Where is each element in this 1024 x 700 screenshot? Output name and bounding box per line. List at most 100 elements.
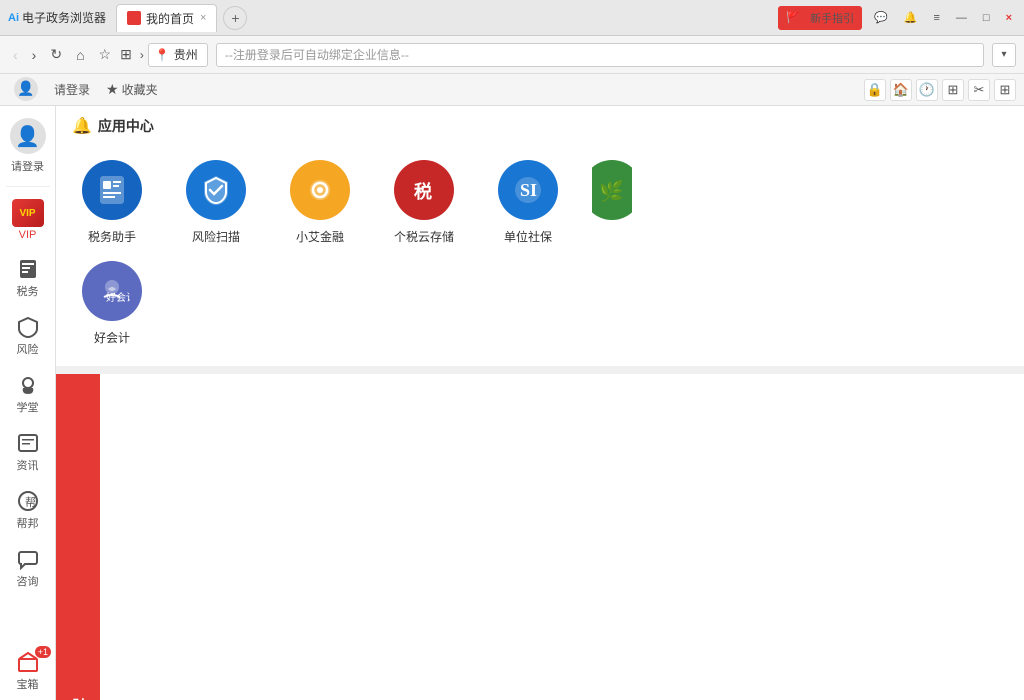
personal-tax-icon: 税 xyxy=(394,160,454,220)
personal-tax-label: 个税云存储 xyxy=(394,228,454,245)
titlebar: Ai 电子政务浏览器 我的首页 × + 🚩 新手指引 💬 🔔 ≡ — □ × xyxy=(0,0,1024,36)
toolbar-right: 🔒 🏠 🕐 ⊞ ✂ ⊞ xyxy=(864,79,1016,101)
grid-icon-btn[interactable]: ⊞ xyxy=(942,79,964,101)
app-grid-row2: 好会计 好会计 xyxy=(72,261,1008,346)
minimize-btn[interactable]: — xyxy=(952,10,971,26)
sidebar-item-box[interactable]: 宝箱 +1 xyxy=(0,642,55,700)
sidebar-help-label: 帮邦 xyxy=(17,515,39,531)
sidebar-divider-1 xyxy=(6,186,50,187)
sidebar-item-news[interactable]: 资讯 xyxy=(0,423,55,481)
back-btn[interactable]: ‹ xyxy=(8,44,23,66)
address-bar-wrapper: 📍 贵州 --注册登录后可自动绑定企业信息-- ▾ xyxy=(148,43,1016,67)
menu-icon[interactable]: ≡ xyxy=(929,10,943,26)
app-center-header: 🔔 应用中心 xyxy=(56,106,1024,144)
app-item-nature[interactable]: 🌿 xyxy=(592,160,632,245)
app-grid-section: 税务助手 风险扫描 小艾金融 xyxy=(56,144,1024,366)
tax-icon xyxy=(16,257,40,281)
tax-helper-label: 税务助手 xyxy=(88,228,136,245)
lock-icon-btn[interactable]: 🔒 xyxy=(864,79,886,101)
sidebar-user[interactable]: 👤 请登录 xyxy=(0,110,55,182)
maximize-btn[interactable]: □ xyxy=(979,10,994,26)
favorites-btn[interactable]: ★ 收藏夹 xyxy=(100,79,164,100)
sidebar-news-label: 资讯 xyxy=(17,457,39,473)
nature-icon: 🌿 xyxy=(592,160,632,220)
tab-favicon xyxy=(127,11,141,25)
sidebar-item-consult[interactable]: 咨询 xyxy=(0,539,55,597)
flag-icon: 🚩 xyxy=(782,9,804,26)
user-avatar[interactable]: 👤 xyxy=(8,75,44,105)
scissors-icon-btn[interactable]: ✂ xyxy=(968,79,990,101)
news-tag: 财税学堂 xyxy=(56,374,100,700)
news-header-row: 财税学堂 xyxy=(56,374,1024,700)
risk-scan-icon xyxy=(186,160,246,220)
sidebar-vip-label: VIP xyxy=(19,229,37,241)
tab-label: 我的首页 xyxy=(146,10,194,27)
login-btn[interactable]: 请登录 xyxy=(48,79,96,100)
sidebar-tax-label: 税务 xyxy=(17,283,39,299)
address-bar[interactable]: --注册登录后可自动绑定企业信息-- xyxy=(216,43,984,67)
location-pin-icon: 📍 xyxy=(155,48,170,62)
sidebar-item-tax[interactable]: 税务 xyxy=(0,249,55,307)
refresh-btn[interactable]: ↻ xyxy=(45,43,67,66)
toolbar: 👤 请登录 ★ 收藏夹 🔒 🏠 🕐 ⊞ ✂ ⊞ xyxy=(0,74,1024,106)
sidebar-box-label: 宝箱 xyxy=(17,676,39,692)
sidebar: 👤 请登录 VIP VIP 税务 风险 学堂 xyxy=(0,106,56,700)
study-icon xyxy=(16,373,40,397)
svg-text:SI: SI xyxy=(520,180,537,200)
good-accounting-icon: 好会计 xyxy=(82,261,142,321)
chat-icon[interactable]: 💬 xyxy=(870,9,892,26)
address-text: --注册登录后可自动绑定企业信息-- xyxy=(225,46,409,63)
consult-icon xyxy=(16,547,40,571)
sidebar-item-risk[interactable]: 风险 xyxy=(0,307,55,365)
bell-icon[interactable]: 🔔 xyxy=(900,9,922,26)
vip-icon: VIP xyxy=(12,199,44,227)
sidebar-consult-label: 咨询 xyxy=(17,573,39,589)
avatar-icon: 👤 xyxy=(14,77,38,101)
apps-icon-btn[interactable]: ⊞ xyxy=(994,79,1016,101)
box-badge: +1 xyxy=(35,646,51,658)
app-item-good-accounting[interactable]: 好会计 好会计 xyxy=(72,261,152,346)
favorites-icon: ★ xyxy=(106,81,119,98)
app-item-risk-scan[interactable]: 风险扫描 xyxy=(176,160,256,245)
new-tab-btn[interactable]: + xyxy=(223,6,247,30)
login-label: 请登录 xyxy=(54,81,90,98)
clock-icon-btn[interactable]: 🕐 xyxy=(916,79,938,101)
app-item-personal-tax[interactable]: 税 个税云存储 xyxy=(384,160,464,245)
app-item-company-social[interactable]: SI 单位社保 xyxy=(488,160,568,245)
app-logo: Ai 电子政务浏览器 xyxy=(8,9,106,26)
sidebar-item-vip[interactable]: VIP VIP xyxy=(0,191,55,249)
home-icon-btn[interactable]: 🏠 xyxy=(890,79,912,101)
address-dropdown-btn[interactable]: ▾ xyxy=(992,43,1016,67)
help-icon: 帮 xyxy=(16,489,40,513)
forward-btn[interactable]: › xyxy=(27,44,42,66)
app-center-title: 应用中心 xyxy=(98,116,154,136)
tab-close-btn[interactable]: × xyxy=(200,12,206,24)
grid-view-btn[interactable]: ⊞ xyxy=(120,46,132,63)
app-item-xiaoai-finance[interactable]: 小艾金融 xyxy=(280,160,360,245)
close-btn[interactable]: × xyxy=(1002,10,1016,26)
navbar: ‹ › ↻ ⌂ ☆ ⊞ › 📍 贵州 --注册登录后可自动绑定企业信息-- ▾ xyxy=(0,36,1024,74)
main-layout: 👤 请登录 VIP VIP 税务 风险 学堂 xyxy=(0,106,1024,700)
new-user-btn[interactable]: 🚩 新手指引 xyxy=(778,6,862,30)
sidebar-item-study[interactable]: 学堂 xyxy=(0,365,55,423)
home-btn[interactable]: ⌂ xyxy=(71,44,89,66)
star-btn[interactable]: ☆ xyxy=(94,43,117,66)
news-icon xyxy=(16,431,40,455)
svg-text:帮: 帮 xyxy=(25,496,36,509)
location-select[interactable]: 📍 贵州 xyxy=(148,43,208,67)
user-avatar-large: 👤 xyxy=(10,118,46,154)
grid-arrow-btn[interactable]: › xyxy=(140,48,144,62)
active-tab[interactable]: 我的首页 × xyxy=(116,4,217,32)
risk-icon xyxy=(16,315,40,339)
company-social-label: 单位社保 xyxy=(504,228,552,245)
company-social-icon: SI xyxy=(498,160,558,220)
ai-label: Ai xyxy=(8,12,19,24)
app-item-tax-helper[interactable]: 税务助手 xyxy=(72,160,152,245)
location-label: 贵州 xyxy=(174,46,198,63)
xiaoai-finance-icon xyxy=(290,160,350,220)
sidebar-study-label: 学堂 xyxy=(17,399,39,415)
favorites-label: 收藏夹 xyxy=(122,81,158,98)
sidebar-item-help[interactable]: 帮 帮邦 xyxy=(0,481,55,539)
sidebar-login-text[interactable]: 请登录 xyxy=(11,158,44,174)
sidebar-bottom: 宝箱 +1 xyxy=(0,642,55,700)
